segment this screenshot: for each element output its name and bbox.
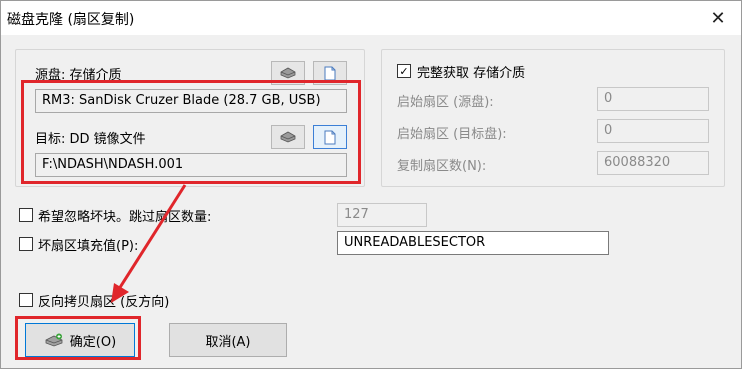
disk-clone-dialog: 磁盘克隆 (扇区复制) ✕ 源盘: 存储介质 RM3: SanDisk Cruz… — [0, 0, 742, 369]
start-target-label: 启始扇区 (目标盘): — [397, 127, 507, 142]
start-source-label: 启始扇区 (源盘): — [397, 95, 494, 110]
skip-bad-sectors-label: 希望忽略坏块。跳过扇区数量: — [38, 210, 212, 225]
fill-bad-sectors-checkbox[interactable] — [19, 237, 33, 251]
fill-bad-sectors-label: 坏扇区填充值(P): — [38, 239, 139, 254]
full-media-checkbox[interactable]: ✓ — [397, 64, 411, 78]
reverse-copy-checkbox[interactable] — [19, 293, 33, 307]
start-target-field[interactable]: 0 — [597, 119, 709, 143]
skip-sector-count-field[interactable]: 127 — [337, 203, 427, 227]
sector-count-field[interactable]: 60088320 — [597, 151, 709, 175]
fill-value-field[interactable]: UNREADABLESECTOR — [337, 231, 609, 255]
window-title: 磁盘克隆 (扇区复制) — [7, 12, 135, 28]
disk-drive-icon — [280, 67, 296, 79]
file-icon — [324, 66, 336, 80]
start-source-field[interactable]: 0 — [597, 87, 709, 111]
annotation-highlight-ok-button — [15, 316, 141, 360]
sector-count-label: 复制扇区数(N): — [397, 159, 487, 174]
annotation-highlight-source-target — [21, 80, 361, 184]
skip-bad-sectors-checkbox[interactable] — [19, 208, 33, 222]
close-icon[interactable]: ✕ — [695, 1, 741, 35]
reverse-copy-label: 反向拷贝扇区 (反方向) — [38, 295, 170, 310]
cancel-button-label: 取消(A) — [205, 334, 251, 350]
title-bar: 磁盘克隆 (扇区复制) ✕ — [1, 1, 741, 35]
cancel-button[interactable]: 取消(A) — [169, 323, 287, 357]
full-media-label: 完整获取 存储介质 — [417, 66, 526, 81]
